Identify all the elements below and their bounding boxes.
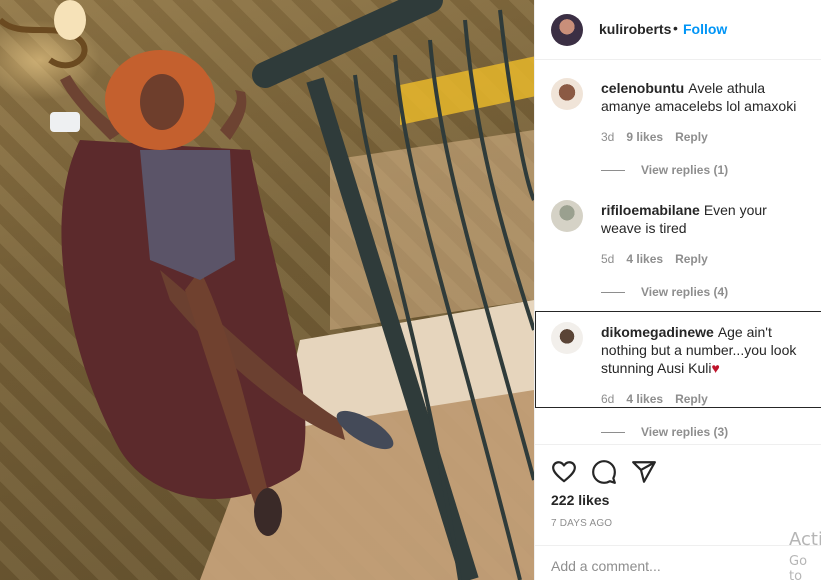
replies-divider [601,292,625,294]
activation-watermark-sub: Go to [789,554,808,580]
post-photo[interactable] [0,0,534,580]
comment-input[interactable] [551,558,771,574]
heart-icon[interactable] [551,459,577,485]
bodysuit [140,150,235,280]
comment-age[interactable]: 5d [601,252,614,266]
photo-scene [0,0,534,580]
comment-meta: 3d 9 likes Reply [601,130,720,144]
view-replies-button[interactable]: View replies (3) [601,425,728,439]
share-icon[interactable] [631,459,657,485]
comment-text: celenobuntu Avele athula amanye amacelebs… [601,79,807,115]
view-replies-button[interactable]: View replies (1) [601,163,728,177]
commenter-username[interactable]: rifiloemabilane [601,202,700,218]
post-actions: 222 likes 7 DAYS AGO Acti Go to [535,444,821,580]
comment-meta: 5d 4 likes Reply [601,252,720,266]
replies-divider [601,432,625,434]
cuff [50,112,80,132]
view-replies-label: View replies (3) [641,425,729,439]
add-comment-bar [535,545,821,580]
reply-button[interactable]: Reply [675,252,708,266]
comment-likes[interactable]: 4 likes [626,252,663,266]
replies-divider [601,170,625,172]
comment-likes[interactable]: 4 likes [626,392,663,406]
comment-text: dikomegadinewe Age ain't nothing but a nu… [601,323,807,377]
commenter-username[interactable]: dikomegadinewe [601,324,714,340]
comment-age[interactable]: 6d [601,392,614,406]
activation-watermark: Acti [789,529,821,550]
follow-button[interactable]: Follow [683,21,727,37]
arm [220,90,247,140]
reply-button[interactable]: Reply [675,392,708,406]
commenter-username[interactable]: celenobuntu [601,80,684,96]
comment-icon[interactable] [591,459,617,485]
comment-text: rifiloemabilane Even your weave is tired [601,201,807,237]
wall-lamp [0,0,88,69]
author-avatar[interactable] [551,14,583,46]
comment-age[interactable]: 3d [601,130,614,144]
shoe [254,488,282,536]
post-date[interactable]: 7 DAYS AGO [551,518,612,529]
comment-likes[interactable]: 9 likes [626,130,663,144]
post-header: kuliroberts • Follow [535,0,821,60]
view-replies-button[interactable]: View replies (4) [601,285,728,299]
separator-dot: • [673,20,678,36]
commenter-avatar[interactable] [551,322,583,354]
comment-meta: 6d 4 likes Reply [601,392,720,406]
face [140,74,184,130]
commenter-avatar[interactable] [551,78,583,110]
heart-emoji: ♥ [711,360,720,376]
view-replies-label: View replies (4) [641,285,729,299]
post-sidebar: kuliroberts • Follow celenobuntu Avele at… [534,0,821,580]
likes-count[interactable]: 222 likes [551,492,609,508]
view-replies-label: View replies (1) [641,163,729,177]
reply-button[interactable]: Reply [675,130,708,144]
commenter-avatar[interactable] [551,200,583,232]
author-username[interactable]: kuliroberts [599,21,671,37]
